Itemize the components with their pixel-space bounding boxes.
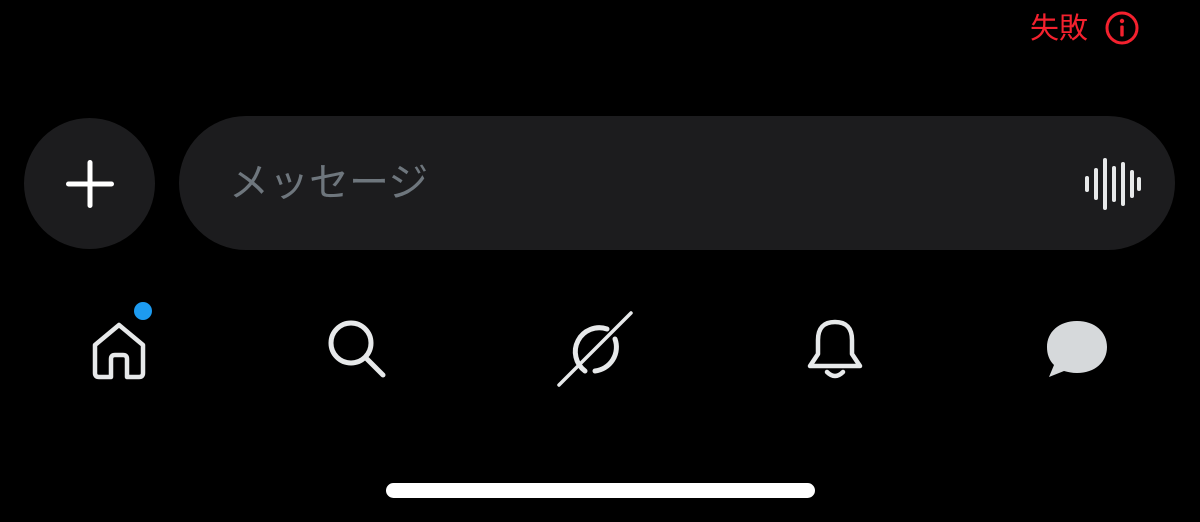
bell-icon — [804, 316, 866, 382]
tab-search[interactable] — [317, 309, 397, 389]
voice-input-button[interactable] — [1083, 156, 1141, 212]
grok-icon — [555, 309, 635, 389]
tab-messages[interactable] — [1037, 309, 1117, 389]
home-icon — [87, 317, 151, 381]
message-input[interactable] — [229, 116, 1029, 250]
message-composer — [179, 116, 1175, 250]
info-circle-icon[interactable] — [1104, 10, 1140, 46]
search-icon — [323, 315, 391, 383]
chat-bubble-icon — [1043, 317, 1111, 381]
send-status: 失敗 — [1030, 8, 1140, 48]
tab-notifications[interactable] — [795, 309, 875, 389]
tab-grok[interactable] — [555, 309, 635, 389]
status-failed-text: 失敗 — [1029, 11, 1088, 45]
notification-dot — [134, 302, 152, 320]
voice-waveform-icon — [1083, 156, 1141, 212]
add-attachment-button[interactable] — [24, 118, 155, 249]
home-indicator[interactable] — [386, 483, 815, 498]
tab-home[interactable] — [79, 302, 159, 389]
plus-icon — [64, 158, 116, 210]
